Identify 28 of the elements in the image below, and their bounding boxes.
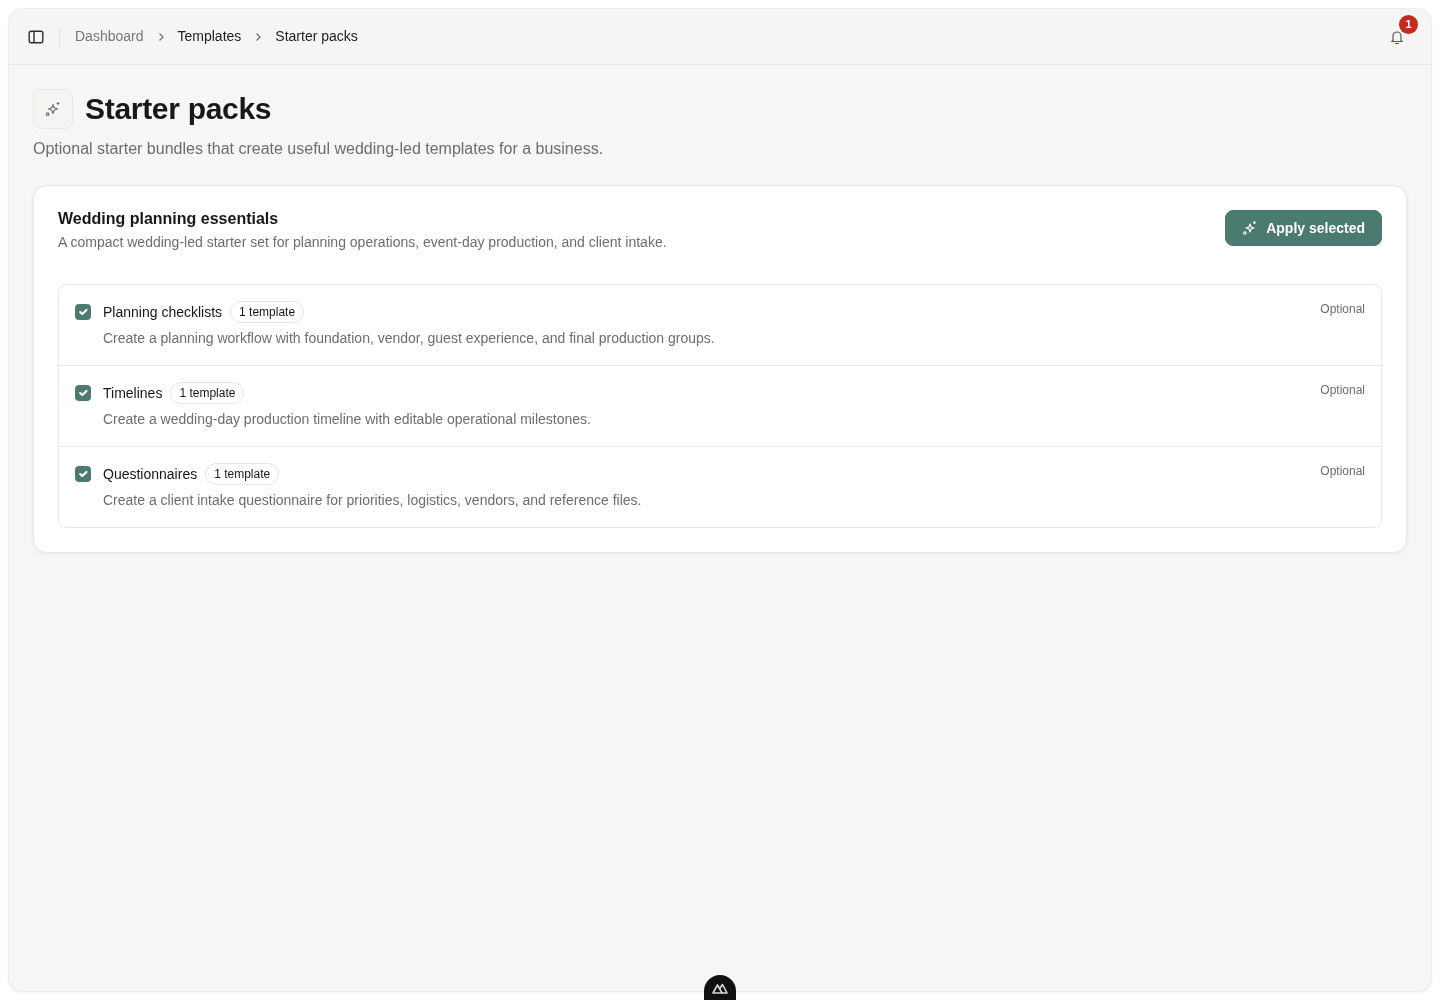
template-count: 1 template <box>230 301 305 323</box>
checkbox[interactable] <box>75 466 91 482</box>
breadcrumb-link[interactable]: Starter packs <box>275 26 358 47</box>
page-subtitle: Optional starter bundles that create useful wedding-led templates for a business. <box>33 139 605 159</box>
template-description: Create a wedding-day production timeline with editable operational milestones. <box>103 410 592 429</box>
bell-icon[interactable] <box>1389 28 1405 45</box>
template-description: Create a client intake questionnaire for priorities, logistics, vendors, and reference files. <box>103 491 643 510</box>
breadcrumb-link[interactable]: Templates <box>177 26 242 47</box>
template-name: Planning checklists <box>103 303 223 322</box>
pack-description: A compact wedding-led starter set for planning operations, event-day production, and client intake. <box>58 233 667 252</box>
breadcrumb-link[interactable]: Dashboard <box>75 26 144 47</box>
checkbox[interactable] <box>75 385 91 401</box>
template-count: 1 template <box>170 382 245 404</box>
sparkle-tile-icon <box>33 89 73 129</box>
notification-count: 1 <box>1399 14 1418 34</box>
apply-selected-button[interactable]: Apply selected <box>1225 210 1382 246</box>
checkbox[interactable] <box>75 304 91 320</box>
template-count: 1 template <box>205 463 280 485</box>
mountain-icon <box>712 983 728 994</box>
optional-label: Optional <box>1320 382 1365 398</box>
pack-title: Wedding planning essentials <box>58 210 280 228</box>
optional-label: Optional <box>1320 463 1365 479</box>
template-name: Questionnaires <box>103 465 198 484</box>
page-title: Starter packs <box>85 91 272 127</box>
sparkle-icon <box>1242 220 1259 236</box>
template-name: Timelines <box>103 384 163 403</box>
template-description: Create a planning workflow with foundation, vendor, guest experience, and final production groups. <box>103 329 716 348</box>
optional-label: Optional <box>1320 301 1365 317</box>
